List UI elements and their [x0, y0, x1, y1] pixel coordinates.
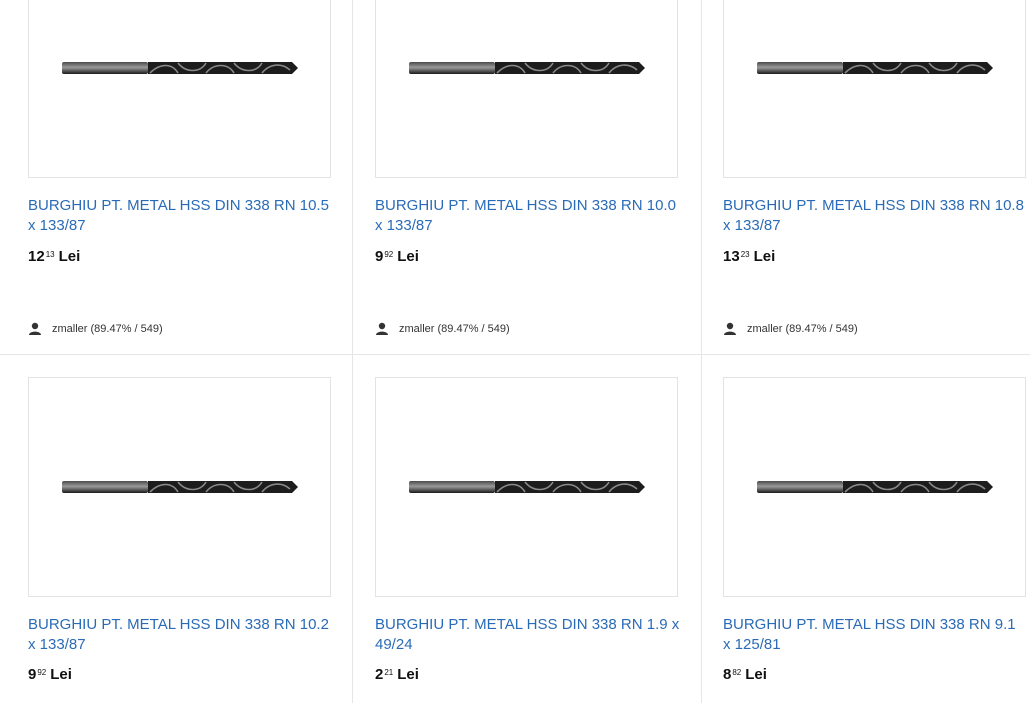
product-image[interactable] — [723, 0, 1026, 178]
product-title-link[interactable]: BURGHIU PT. METAL HSS DIN 338 RN 1.9 x 4… — [375, 615, 685, 655]
price-integer: 13 — [723, 248, 740, 265]
product-card[interactable]: BURGHIU PT. METAL HSS DIN 338 RN 10.8 x … — [723, 0, 1030, 354]
product-card[interactable]: BURGHIU PT. METAL HSS DIN 338 RN 1.9 x 4… — [375, 377, 685, 703]
seller-label[interactable]: zmaller (89.47% / 549) — [399, 323, 510, 335]
price-currency: Lei — [753, 248, 776, 265]
price-integer: 9 — [28, 666, 37, 683]
product-price: 221 Lei — [375, 666, 419, 683]
price-integer: 12 — [28, 248, 45, 265]
price-integer: 9 — [375, 248, 384, 265]
product-price: 882 Lei — [723, 666, 767, 683]
product-title-link[interactable]: BURGHIU PT. METAL HSS DIN 338 RN 10.8 x … — [723, 196, 1030, 236]
product-image[interactable] — [375, 0, 678, 178]
product-title-link[interactable]: BURGHIU PT. METAL HSS DIN 338 RN 10.2 x … — [28, 615, 338, 655]
price-decimals: 21 — [384, 668, 394, 677]
price-decimals: 13 — [45, 250, 55, 259]
price-currency: Lei — [397, 666, 419, 683]
price-currency: Lei — [50, 666, 72, 683]
drill-bit-image — [408, 62, 645, 74]
price-decimals: 92 — [384, 250, 394, 259]
product-image[interactable] — [375, 377, 678, 597]
product-price: 1213 Lei — [28, 248, 80, 265]
product-card[interactable]: BURGHIU PT. METAL HSS DIN 338 RN 10.0 x … — [375, 0, 685, 354]
drill-bit-image — [756, 481, 993, 493]
price-decimals: 92 — [37, 668, 47, 677]
price-integer: 2 — [375, 666, 384, 683]
product-image[interactable] — [723, 377, 1026, 597]
column-divider — [701, 0, 702, 703]
seller-info[interactable]: zmaller (89.47% / 549) — [723, 322, 858, 335]
user-icon — [723, 322, 737, 335]
product-title-link[interactable]: BURGHIU PT. METAL HSS DIN 338 RN 10.0 x … — [375, 196, 685, 236]
drill-bit-image — [61, 481, 298, 493]
product-title-link[interactable]: BURGHIU PT. METAL HSS DIN 338 RN 10.5 x … — [28, 196, 338, 236]
price-integer: 8 — [723, 666, 732, 683]
product-title-link[interactable]: BURGHIU PT. METAL HSS DIN 338 RN 9.1 x 1… — [723, 615, 1025, 655]
product-grid: BURGHIU PT. METAL HSS DIN 338 RN 10.5 x … — [0, 0, 1030, 703]
product-price: 992 Lei — [28, 666, 72, 683]
product-card[interactable]: BURGHIU PT. METAL HSS DIN 338 RN 10.2 x … — [28, 377, 338, 703]
price-currency: Lei — [58, 248, 81, 265]
price-currency: Lei — [397, 248, 419, 265]
product-price: 1323 Lei — [723, 248, 775, 265]
drill-bit-image — [61, 62, 298, 74]
user-icon — [28, 322, 42, 335]
seller-info[interactable]: zmaller (89.47% / 549) — [375, 322, 510, 335]
price-currency: Lei — [745, 666, 767, 683]
product-price: 992 Lei — [375, 248, 419, 265]
user-icon — [375, 322, 389, 335]
row-divider — [0, 354, 1030, 355]
price-decimals: 23 — [740, 250, 750, 259]
price-decimals: 82 — [732, 668, 742, 677]
seller-info[interactable]: zmaller (89.47% / 549) — [28, 322, 163, 335]
product-image[interactable] — [28, 377, 331, 597]
seller-label[interactable]: zmaller (89.47% / 549) — [52, 323, 163, 335]
drill-bit-image — [408, 481, 645, 493]
column-divider — [352, 0, 353, 703]
product-card[interactable]: BURGHIU PT. METAL HSS DIN 338 RN 9.1 x 1… — [723, 377, 1030, 703]
product-card[interactable]: BURGHIU PT. METAL HSS DIN 338 RN 10.5 x … — [28, 0, 338, 354]
product-image[interactable] — [28, 0, 331, 178]
seller-label[interactable]: zmaller (89.47% / 549) — [747, 323, 858, 335]
drill-bit-image — [756, 62, 993, 74]
